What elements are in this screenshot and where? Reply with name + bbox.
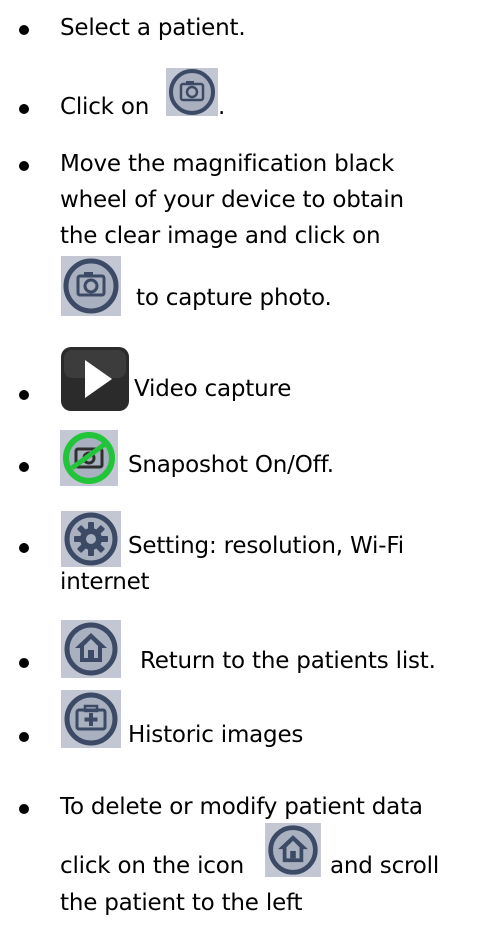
bullet: [19, 658, 29, 668]
bullet: [19, 161, 29, 171]
bullet: [19, 543, 29, 553]
history-icon: [61, 690, 121, 748]
bullet: [19, 390, 29, 400]
item-text: the patient to the left: [60, 890, 303, 916]
home-icon: [264, 823, 322, 877]
snapshot-toggle-icon: [60, 430, 118, 486]
item-text: Snaposhot On/Off.: [128, 452, 334, 478]
instruction-list: Select a patient. Click on . Move the ma…: [0, 0, 491, 938]
settings-icon: [61, 511, 121, 567]
item-text-suffix: and scroll: [330, 853, 440, 879]
bullet: [19, 732, 29, 742]
item-text: Select a patient.: [60, 15, 246, 41]
item-text: Move the magnification black: [60, 151, 395, 177]
item-text: Click on: [60, 94, 150, 120]
item-text: the clear image and click on: [60, 223, 381, 249]
item-text: wheel of your device to obtain: [60, 187, 404, 213]
item-text-suffix: .: [218, 94, 226, 120]
bullet: [19, 462, 29, 472]
camera-icon: [61, 256, 121, 316]
bullet: [19, 25, 29, 35]
item-text: Historic images: [128, 722, 304, 748]
item-text-suffix: to capture photo.: [136, 285, 332, 311]
item-text: internet: [60, 569, 150, 595]
item-text: Video capture: [134, 376, 292, 402]
bullet: [19, 104, 29, 114]
item-text: Return to the patients list.: [140, 648, 436, 674]
camera-icon: [166, 68, 218, 116]
bullet: [19, 804, 29, 814]
item-text: click on the icon: [60, 853, 245, 879]
item-text: Setting: resolution, Wi-Fi: [128, 533, 404, 559]
item-text: To delete or modify patient data: [60, 794, 423, 820]
play-icon: [60, 346, 130, 412]
home-icon: [61, 620, 121, 678]
